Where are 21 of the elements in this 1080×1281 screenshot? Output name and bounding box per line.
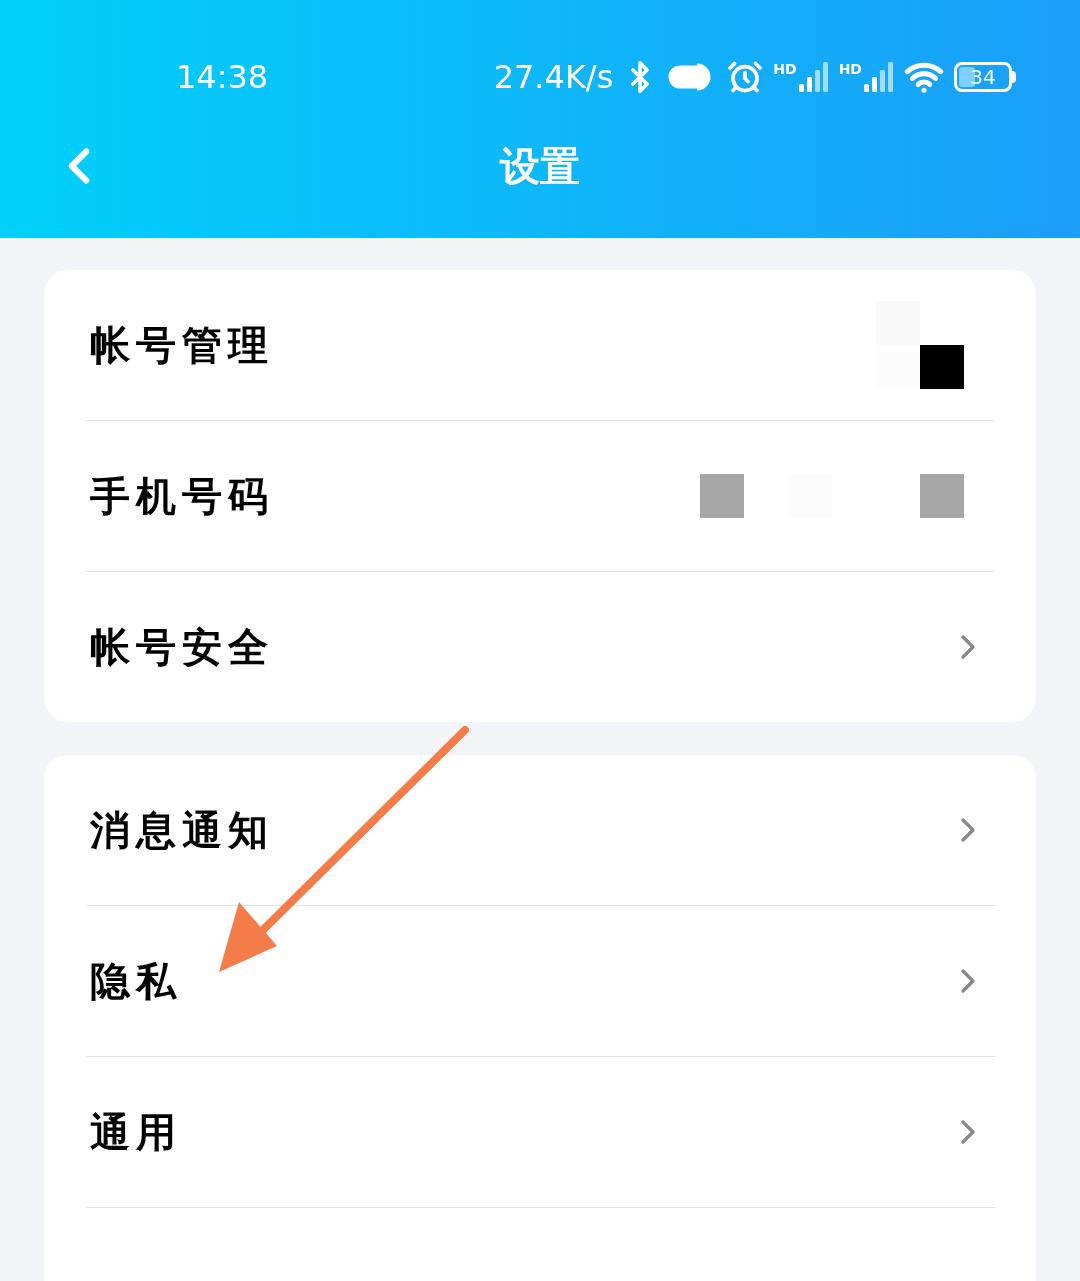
row-label: 通用: [90, 1108, 182, 1157]
hd-label: HD: [838, 62, 862, 76]
settings-row[interactable]: 消息通知: [44, 755, 1036, 905]
settings-row[interactable]: 手机号码: [44, 421, 1036, 571]
network-speed: 27.4K/s: [493, 57, 614, 98]
settings-row[interactable]: 通用: [44, 1057, 1036, 1207]
row-label: 隐私: [90, 957, 182, 1006]
signal-icon: [798, 62, 829, 92]
settings-row[interactable]: 帐号管理: [44, 270, 1036, 420]
row-label: 帐号管理: [90, 321, 274, 370]
alarm-icon: [727, 59, 764, 95]
row-label: 帐号安全: [90, 623, 274, 672]
page-title: 设置: [500, 142, 580, 191]
hd-label: HD: [773, 62, 797, 76]
signal-icon: [864, 62, 894, 92]
row-label: 手机号码: [90, 472, 274, 521]
battery-level-text: 34: [970, 67, 996, 87]
status-time: 14:38: [176, 57, 269, 98]
row-label: 消息通知: [90, 806, 274, 855]
settings-row[interactable]: 隐私: [44, 906, 1036, 1056]
settings-row[interactable]: 帐号安全: [44, 572, 1036, 722]
